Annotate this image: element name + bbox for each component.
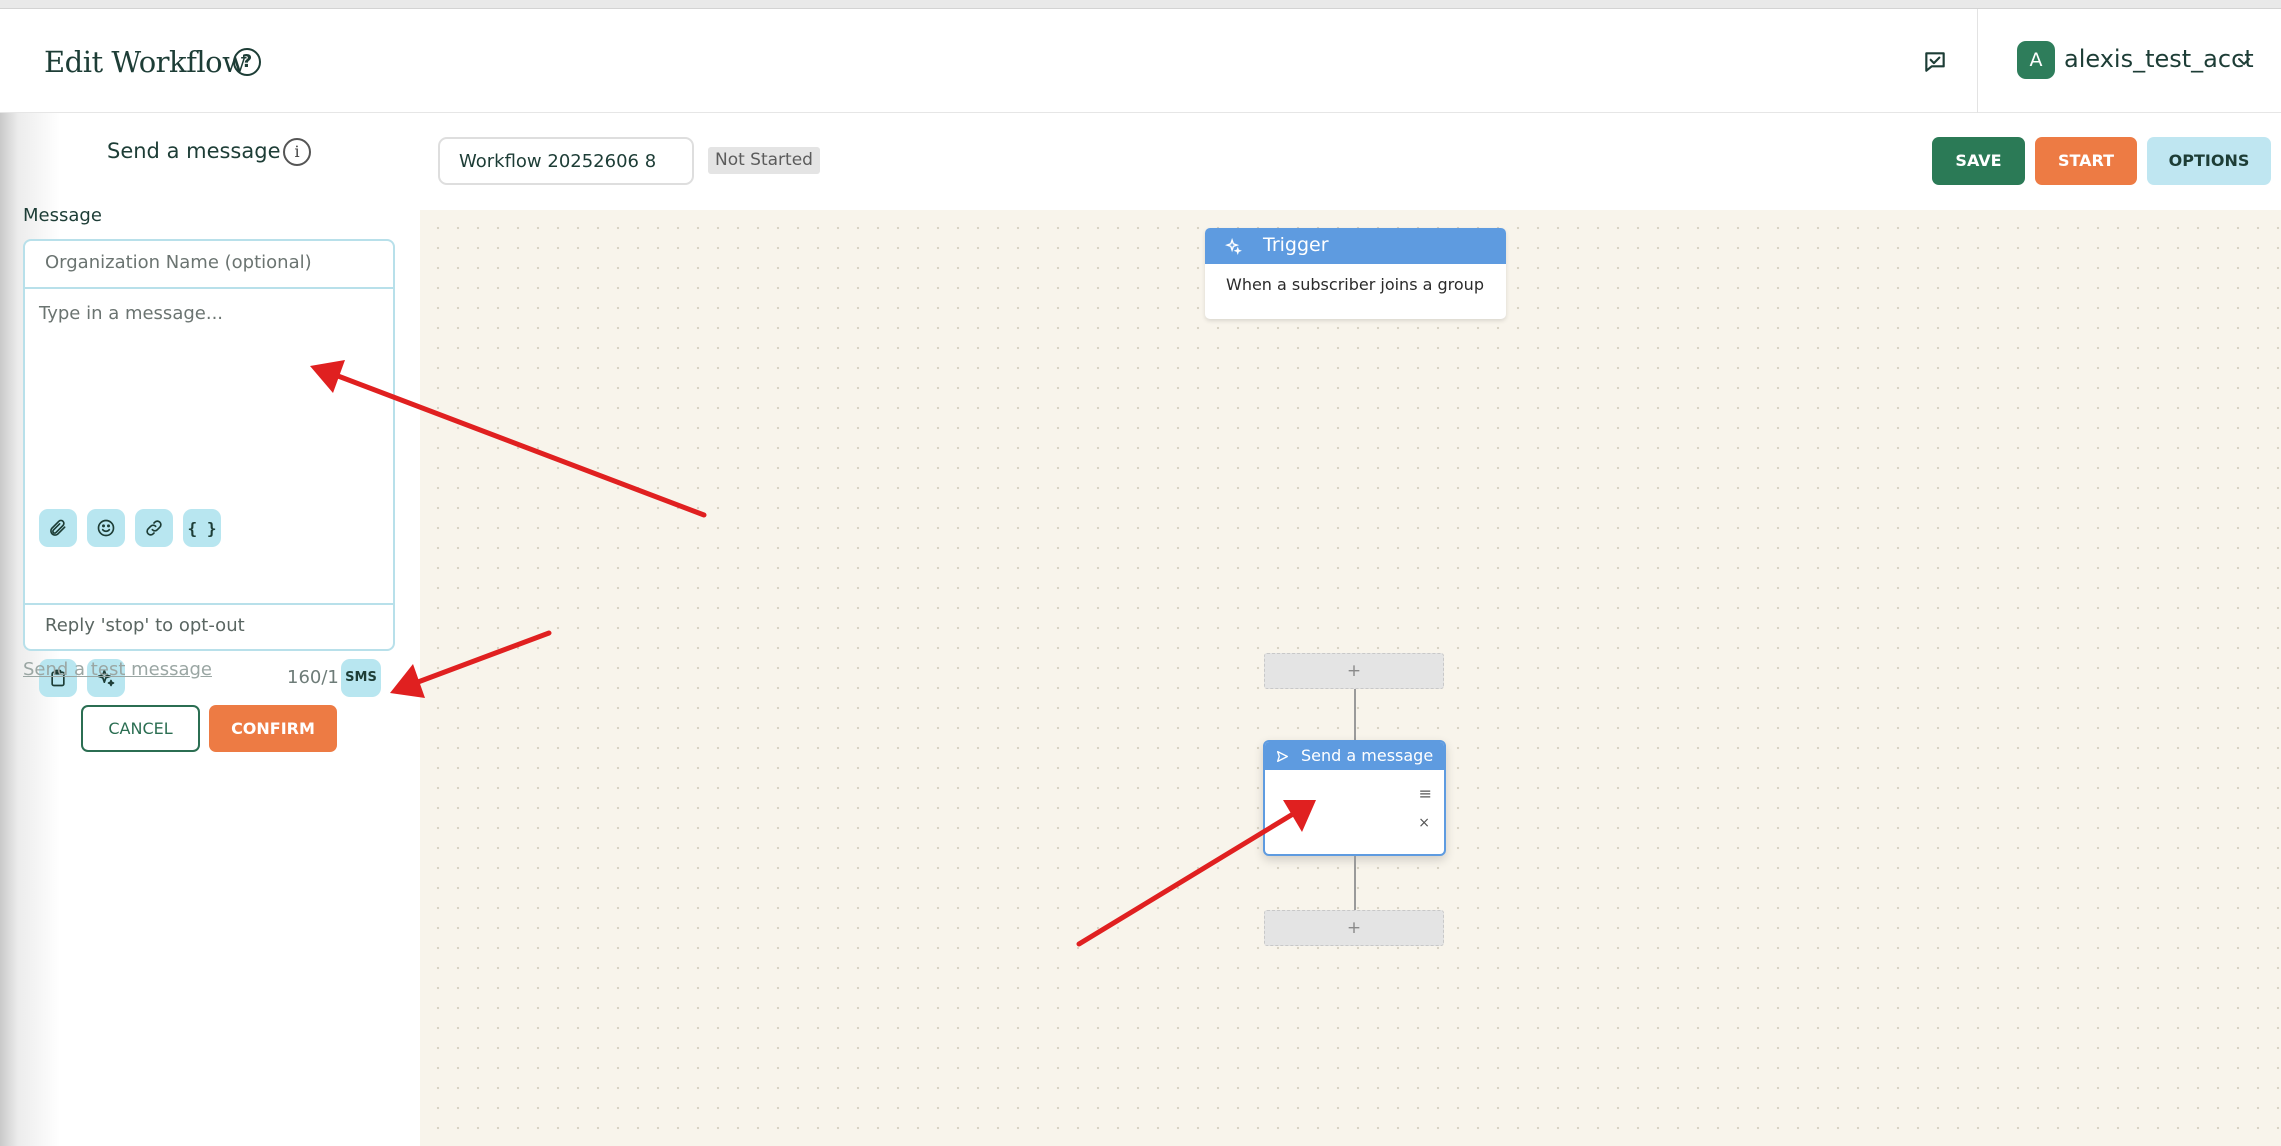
attach-button[interactable] [39, 509, 77, 547]
account-name[interactable]: alexis_test_acct [2064, 45, 2254, 73]
trigger-description: When a subscriber joins a group [1226, 275, 1484, 294]
send-test-link[interactable]: Send a test message [23, 659, 212, 680]
link-button[interactable] [135, 509, 173, 547]
workflow-name-input[interactable]: Workflow 20252606 8 [438, 137, 694, 185]
braces-icon: { } [187, 518, 217, 538]
message-textarea[interactable]: Type in a message... [39, 303, 223, 324]
message-editor-panel: Send a message i Message Organization Na… [0, 113, 420, 1146]
feedback-icon[interactable] [1922, 49, 1948, 75]
avatar[interactable]: A [2017, 41, 2055, 79]
add-step-slot-bottom[interactable]: + [1264, 910, 1444, 946]
close-icon[interactable]: × [1418, 815, 1430, 831]
options-button[interactable]: OPTIONS [2147, 137, 2271, 185]
workflow-canvas[interactable]: Trigger When a subscriber joins a group … [420, 210, 2281, 1146]
app-header: Edit Workflow ? A alexis_test_acct [0, 9, 2281, 113]
save-button[interactable]: SAVE [1932, 137, 2025, 185]
confirm-button[interactable]: CONFIRM [209, 705, 337, 752]
variable-button[interactable]: { } [183, 509, 221, 547]
page-title: Edit Workflow [44, 45, 247, 79]
chevron-down-icon[interactable] [2236, 53, 2252, 69]
send-node-header: Send a message [1265, 742, 1444, 770]
sparkle-icon [1225, 238, 1242, 255]
character-count: 160/1 [287, 667, 339, 688]
connector-line [1354, 689, 1356, 740]
trigger-node-header: Trigger [1205, 228, 1506, 264]
start-button[interactable]: START [2035, 137, 2137, 185]
link-icon [146, 520, 162, 536]
add-step-slot-top[interactable]: + [1264, 653, 1444, 689]
send-icon [1276, 750, 1289, 763]
sms-badge[interactable]: SMS [341, 659, 381, 697]
trigger-title: Trigger [1263, 234, 1329, 256]
trigger-node[interactable]: Trigger When a subscriber joins a group [1205, 228, 1506, 319]
menu-icon[interactable]: ≡ [1419, 784, 1432, 803]
send-node-title: Send a message [1301, 746, 1434, 765]
status-badge: Not Started [708, 147, 820, 174]
connector-line [1354, 856, 1356, 910]
paperclip-icon [50, 519, 66, 536]
message-composer: Organization Name (optional) Type in a m… [23, 239, 395, 697]
message-label: Message [23, 205, 102, 226]
cancel-button[interactable]: CANCEL [81, 705, 200, 752]
smiley-icon [97, 519, 115, 537]
emoji-button[interactable] [87, 509, 125, 547]
optout-footer: Reply 'stop' to opt-out [25, 603, 393, 651]
workflow-toolbar: Workflow 20252606 8 Not Started SAVE STA… [420, 113, 2281, 210]
info-icon[interactable]: i [283, 138, 311, 166]
header-divider [1977, 9, 1978, 113]
panel-title: Send a message [107, 139, 281, 163]
help-icon[interactable]: ? [233, 48, 261, 76]
browser-edge [0, 0, 2281, 9]
send-message-node[interactable]: Send a message ≡ × [1263, 740, 1446, 856]
org-name-input[interactable]: Organization Name (optional) [25, 241, 393, 289]
